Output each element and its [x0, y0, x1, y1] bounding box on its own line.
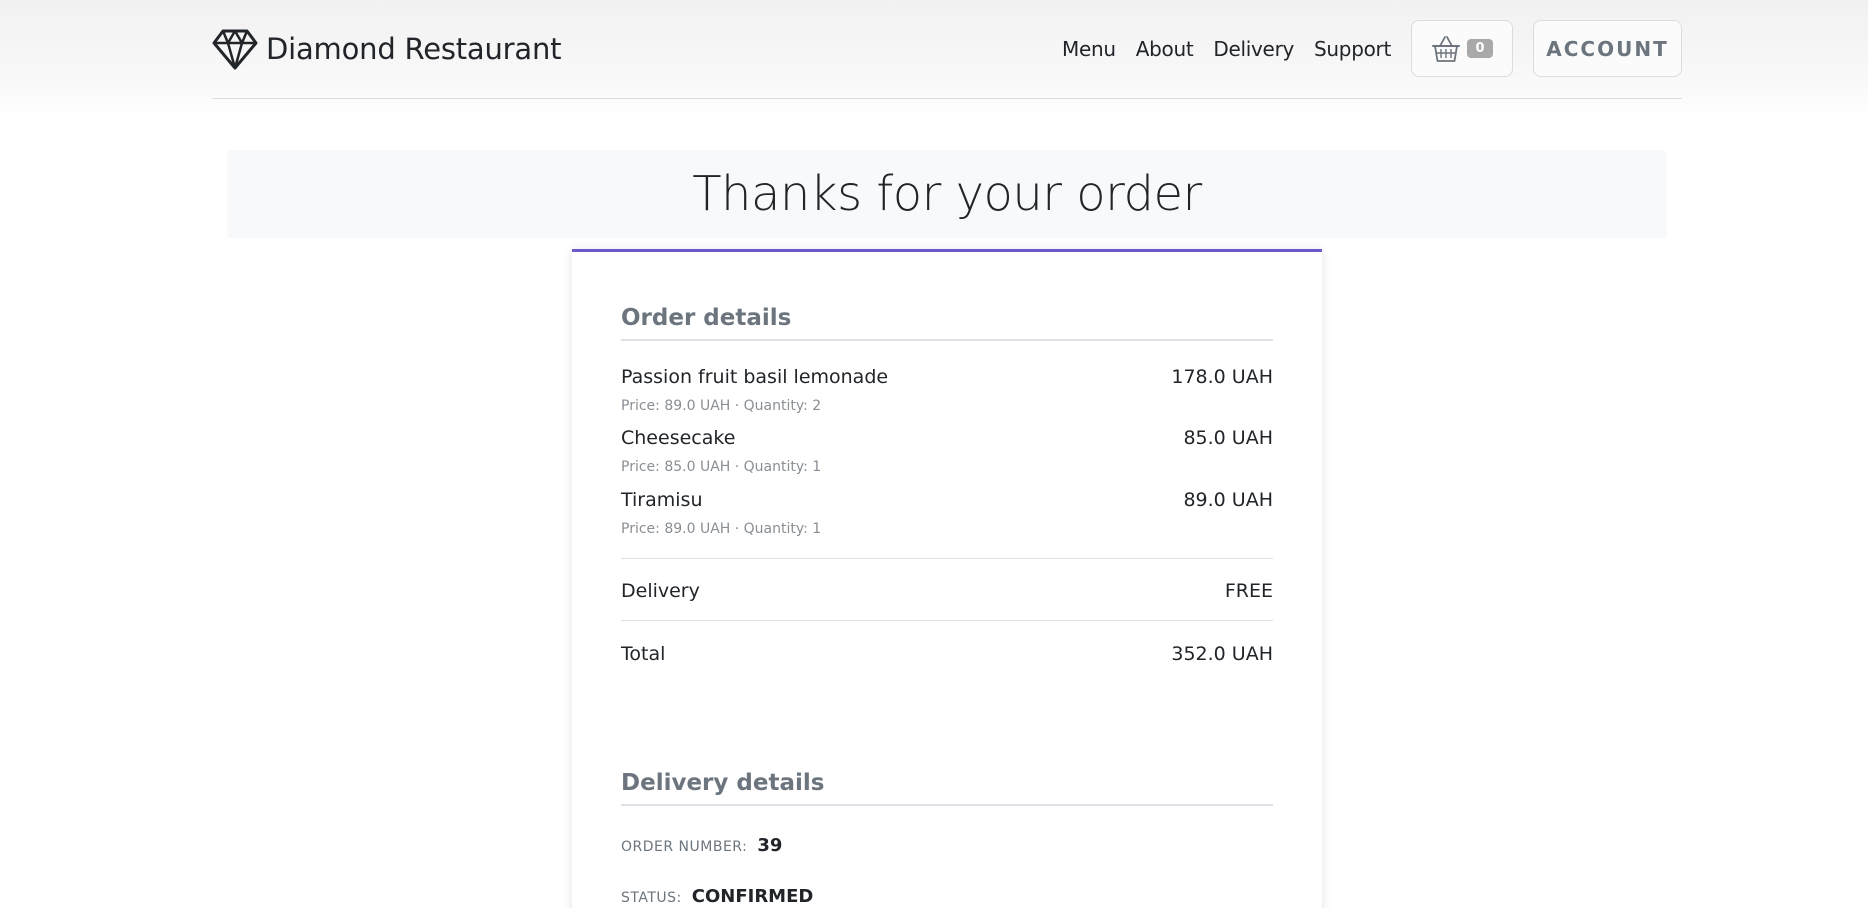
- item-meta: Price: 89.0 UAH · Quantity: 1: [621, 521, 822, 537]
- item-meta: Price: 89.0 UAH · Quantity: 2: [621, 398, 822, 414]
- brand-name: Diamond Restaurant: [266, 32, 562, 66]
- item-total: 85.0 UAH: [1183, 427, 1273, 449]
- order-number-label: ORDER NUMBER:: [621, 839, 748, 855]
- delivery-value: FREE: [1224, 580, 1273, 602]
- divider: [621, 558, 1273, 559]
- list-item: Cheesecake 85.0 UAH Price: 85.0 UAH · Qu…: [621, 427, 1273, 475]
- cart-button[interactable]: 0: [1411, 20, 1513, 77]
- status-value: CONFIRMED: [691, 886, 814, 907]
- basket-icon: [1432, 35, 1461, 62]
- account-button[interactable]: ACCOUNT: [1533, 20, 1682, 77]
- item-name: Cheesecake: [621, 427, 736, 449]
- delivery-details-title: Delivery details: [621, 770, 1273, 806]
- page-title: Thanks for your order: [692, 166, 1202, 222]
- order-details-section: Order details: [621, 305, 1273, 341]
- order-details-title: Order details: [621, 305, 1273, 341]
- list-item: Passion fruit basil lemonade 178.0 UAH P…: [621, 366, 1273, 414]
- cart-count-badge: 0: [1467, 39, 1493, 58]
- order-number-row: ORDER NUMBER: 39: [621, 835, 782, 856]
- delivery-details-section: Delivery details: [621, 770, 1273, 806]
- item-total: 178.0 UAH: [1171, 366, 1273, 388]
- status-label: STATUS:: [621, 890, 682, 906]
- total-label: Total: [621, 643, 666, 665]
- main-nav: Menu About Delivery Support 0 ACCOUNT: [1062, 20, 1682, 77]
- thanks-banner: Thanks for your order: [227, 150, 1667, 238]
- nav-about[interactable]: About: [1136, 37, 1194, 61]
- nav-menu[interactable]: Menu: [1062, 37, 1116, 61]
- list-item: Tiramisu 89.0 UAH Price: 89.0 UAH · Quan…: [621, 489, 1273, 537]
- delivery-label: Delivery: [621, 580, 700, 602]
- item-name: Tiramisu: [621, 489, 703, 511]
- order-number-value: 39: [757, 835, 783, 856]
- item-name: Passion fruit basil lemonade: [621, 366, 889, 388]
- diamond-icon: [212, 29, 258, 70]
- item-total: 89.0 UAH: [1183, 489, 1273, 511]
- total-value: 352.0 UAH: [1171, 643, 1273, 665]
- brand[interactable]: Diamond Restaurant: [212, 26, 562, 72]
- nav-delivery[interactable]: Delivery: [1213, 37, 1294, 61]
- order-card: Order details Passion fruit basil lemona…: [572, 249, 1322, 908]
- delivery-row: Delivery FREE: [621, 580, 1273, 602]
- status-row: STATUS: CONFIRMED: [621, 886, 813, 907]
- nav-support[interactable]: Support: [1314, 37, 1391, 61]
- item-meta: Price: 85.0 UAH · Quantity: 1: [621, 459, 822, 475]
- site-header: Diamond Restaurant Menu About Delivery S…: [212, 0, 1682, 99]
- divider: [621, 620, 1273, 621]
- total-row: Total 352.0 UAH: [621, 643, 1273, 665]
